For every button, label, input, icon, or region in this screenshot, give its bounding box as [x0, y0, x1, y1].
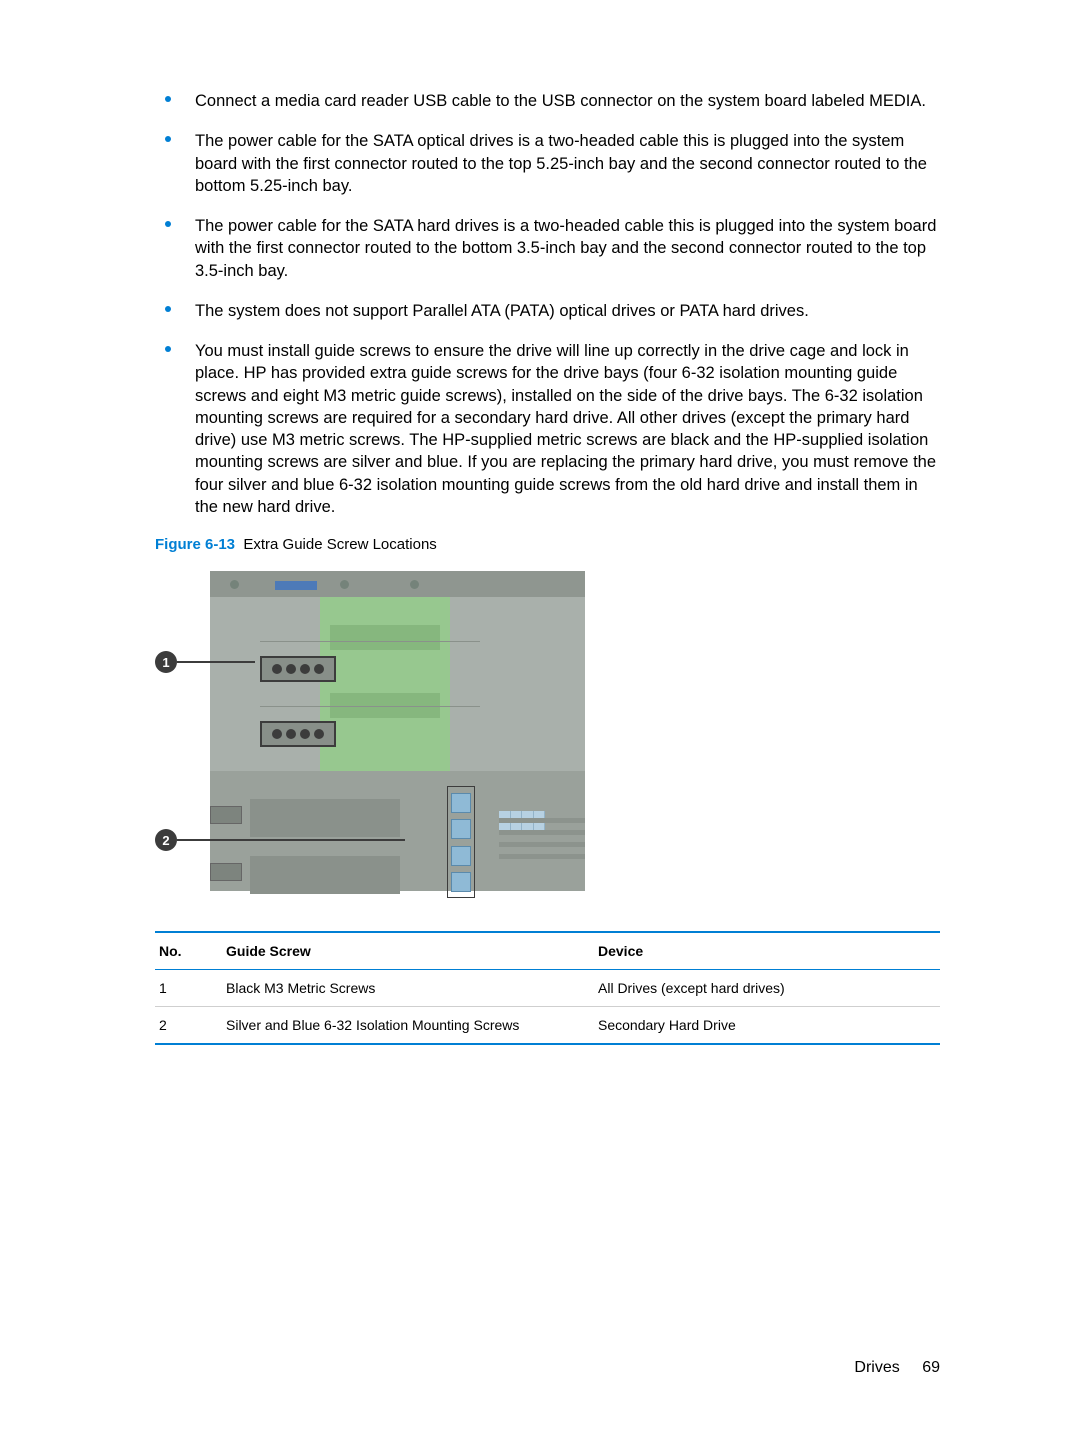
drive-bay-upper — [320, 597, 450, 772]
bullet-text: The system does not support Parallel ATA… — [195, 302, 809, 320]
figure-label: Figure 6-13 — [155, 536, 235, 553]
isolation-screw-column — [447, 786, 475, 898]
callout-number: 2 — [162, 833, 169, 848]
bullet-text: The power cable for the SATA optical dri… — [195, 132, 927, 195]
figure-caption: Figure 6-13 Extra Guide Screw Locations — [155, 536, 940, 553]
cell-no: 2 — [155, 1007, 222, 1045]
cell-no: 1 — [155, 970, 222, 1007]
footer-page-number: 69 — [922, 1359, 940, 1376]
bullet-item: The power cable for the SATA hard drives… — [155, 215, 940, 282]
callout-number: 1 — [162, 655, 169, 670]
callout-badge-1: 1 — [155, 651, 177, 673]
col-no: No. — [155, 932, 222, 970]
bullet-item: Connect a media card reader USB cable to… — [155, 90, 940, 112]
cell-screw: Silver and Blue 6-32 Isolation Mounting … — [222, 1007, 594, 1045]
cell-screw: Black M3 Metric Screws — [222, 970, 594, 1007]
table-header-row: No. Guide Screw Device — [155, 932, 940, 970]
bullet-item: The power cable for the SATA optical dri… — [155, 130, 940, 197]
col-screw: Guide Screw — [222, 932, 594, 970]
cell-device: Secondary Hard Drive — [594, 1007, 940, 1045]
m3-screw-row — [260, 721, 336, 747]
panel-lines — [499, 811, 585, 866]
chassis-top-strip — [210, 571, 585, 597]
cell-device: All Drives (except hard drives) — [594, 970, 940, 1007]
document-page: Connect a media card reader USB cable to… — [0, 0, 1080, 1437]
callout-leader-icon — [177, 661, 255, 663]
table-row: 2 Silver and Blue 6-32 Isolation Mountin… — [155, 1007, 940, 1045]
chassis-illustration — [210, 571, 585, 891]
guide-screw-table: No. Guide Screw Device 1 Black M3 Metric… — [155, 931, 940, 1045]
bullet-dot-icon — [165, 136, 171, 142]
bullet-list: Connect a media card reader USB cable to… — [155, 90, 940, 518]
bullet-text: The power cable for the SATA hard drives… — [195, 217, 936, 280]
bullet-dot-icon — [165, 221, 171, 227]
bullet-dot-icon — [165, 346, 171, 352]
callout-badge-2: 2 — [155, 829, 177, 851]
bullet-item: You must install guide screws to ensure … — [155, 340, 940, 518]
page-footer: Drives 69 — [854, 1359, 940, 1377]
bullet-item: The system does not support Parallel ATA… — [155, 300, 940, 322]
m3-screw-row — [260, 656, 336, 682]
col-device: Device — [594, 932, 940, 970]
bullet-dot-icon — [165, 96, 171, 102]
figure-image: 1 2 — [155, 561, 585, 901]
callout-leader-icon — [177, 839, 405, 841]
bullet-dot-icon — [165, 306, 171, 312]
table-row: 1 Black M3 Metric Screws All Drives (exc… — [155, 970, 940, 1007]
bullet-text: Connect a media card reader USB cable to… — [195, 92, 926, 110]
figure-caption-text: Extra Guide Screw Locations — [243, 536, 436, 553]
footer-section: Drives — [854, 1359, 899, 1376]
bullet-text: You must install guide screws to ensure … — [195, 342, 936, 516]
